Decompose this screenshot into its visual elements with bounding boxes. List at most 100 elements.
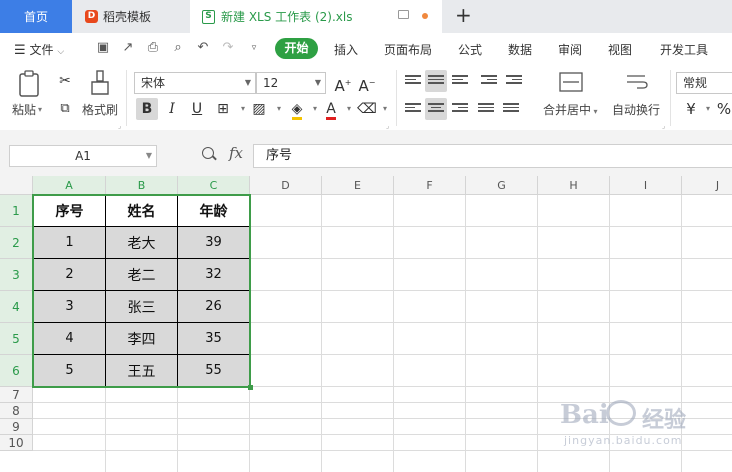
row-header-9[interactable]: 9 [0,419,33,435]
fx-icon[interactable]: fx [229,144,243,162]
gridline-vertical [465,195,466,472]
column-header-e[interactable]: E [322,176,394,195]
column-header-j[interactable]: J [682,176,732,195]
distributed-align-icon[interactable] [500,98,522,120]
column-header-h[interactable]: H [538,176,610,195]
row-header-10[interactable]: 10 [0,435,33,451]
undo-icon[interactable]: ↶ [196,41,210,55]
align-top-icon[interactable] [402,70,424,92]
borders-icon[interactable]: ⊞ [212,98,234,120]
chevron-down-icon: ▼ [145,151,152,160]
monitor-icon[interactable] [398,10,409,19]
tab-data[interactable]: 数据 [508,41,532,58]
cell-style-icon[interactable]: ▨ [248,98,270,120]
decrease-font-icon[interactable]: A− [356,72,378,95]
copy-icon[interactable]: ⧉ [54,98,76,120]
select-all-corner[interactable] [0,176,33,195]
cut-icon[interactable]: ✂ [54,70,76,92]
selection-border [32,194,251,388]
increase-indent-icon[interactable] [503,70,525,92]
wrap-text-label[interactable]: 自动换行 [612,102,660,118]
number-format-value: 常规 [683,76,708,90]
column-header-i[interactable]: I [610,176,682,195]
font-name-select[interactable]: 宋体 ▼ [134,72,256,94]
percent-button[interactable]: % [713,98,732,120]
italic-button[interactable]: I [161,98,183,120]
underline-button[interactable]: U [186,98,208,120]
row-header-3[interactable]: 3 [0,259,33,291]
row-header-4[interactable]: 4 [0,291,33,323]
paste-dropdown-icon[interactable]: ▾ [38,102,42,118]
column-header-f[interactable]: F [394,176,466,195]
gridline-vertical [321,195,322,472]
format-painter-icon[interactable] [88,70,112,96]
tab-formulas[interactable]: 公式 [458,41,482,58]
merge-center-label: 合并居中 [543,103,592,117]
save-icon[interactable]: ▣ [96,41,110,55]
spreadsheet-icon: S [202,9,215,24]
gridline-vertical [537,195,538,472]
zoom-icon[interactable] [202,147,214,159]
tab-view[interactable]: 视图 [608,41,632,58]
align-right-icon[interactable] [449,98,471,120]
column-header-a[interactable]: A [33,176,106,195]
paste-button[interactable] [14,70,44,98]
tab-template[interactable]: D 稻壳模板 [73,0,189,33]
export-icon[interactable]: ↗ [121,41,135,55]
decrease-indent-icon[interactable] [478,70,500,92]
column-header-d[interactable]: D [250,176,322,195]
row-header-8[interactable]: 8 [0,403,33,419]
column-header-b[interactable]: B [106,176,178,195]
merge-center-button[interactable]: 合并居中 ▾ [543,102,598,120]
new-tab-plus-icon[interactable]: + [455,4,472,26]
number-format-select[interactable]: 常规 [676,72,732,94]
wrap-text-icon[interactable] [624,72,650,94]
row-header-1[interactable]: 1 [0,195,33,227]
row-header-5[interactable]: 5 [0,323,33,355]
divider [670,70,671,126]
chevron-down-icon[interactable]: ▾ [374,98,396,120]
column-header-c[interactable]: C [178,176,250,195]
baidu-jingyan-watermark: Bai 经验 jingyan.baidu.com [560,394,730,464]
row-header-7[interactable]: 7 [0,387,33,403]
print-icon[interactable]: ⎙ [146,41,160,55]
format-painter-label[interactable]: 格式刷 [82,102,118,118]
align-bottom-icon[interactable] [449,70,471,92]
merge-icon [559,72,583,92]
tab-current-file[interactable]: S 新建 XLS 工作表 (2).xls [190,0,442,33]
name-box[interactable]: A1 ▼ [9,145,157,167]
merge-center-icon[interactable] [558,72,584,94]
tab-review[interactable]: 审阅 [558,41,582,58]
watermark-brand-a: Bai [560,400,609,430]
file-menu[interactable]: ☰ 文件 ⌵ [14,41,64,58]
justify-icon[interactable] [475,98,497,120]
divider [396,70,397,126]
align-middle-icon[interactable] [425,70,447,92]
tab-start[interactable]: 开始 [275,38,318,59]
row-header-6[interactable]: 6 [0,355,33,387]
watermark-url: jingyan.baidu.com [564,434,683,447]
font-name-value: 宋体 [141,76,166,90]
align-left-icon[interactable] [402,98,424,120]
tab-template-label: 稻壳模板 [103,10,152,24]
increase-font-icon[interactable]: A+ [332,72,354,95]
bold-button[interactable]: B [136,98,158,120]
paste-label[interactable]: 粘贴 [12,102,36,118]
hamburger-icon: ☰ [14,43,26,58]
tab-page-layout[interactable]: 页面布局 [384,41,432,58]
fill-handle[interactable] [248,385,253,390]
quick-access-dropdown-icon[interactable]: ▿ [247,41,261,55]
tab-insert[interactable]: 插入 [334,41,358,58]
formula-input[interactable]: 序号 [253,144,732,168]
align-center-icon[interactable] [425,98,447,120]
column-header-g[interactable]: G [466,176,538,195]
unsaved-dot-icon [422,13,428,19]
font-size-select[interactable]: 12 ▼ [256,72,326,94]
redo-icon[interactable]: ↷ [221,41,235,55]
tab-home[interactable]: 首页 [0,0,72,33]
gridline-vertical [393,195,394,472]
wrap-icon [627,75,648,89]
tab-developer[interactable]: 开发工具 [660,41,708,58]
row-header-2[interactable]: 2 [0,227,33,259]
print-preview-icon[interactable]: ⌕ [171,41,185,55]
